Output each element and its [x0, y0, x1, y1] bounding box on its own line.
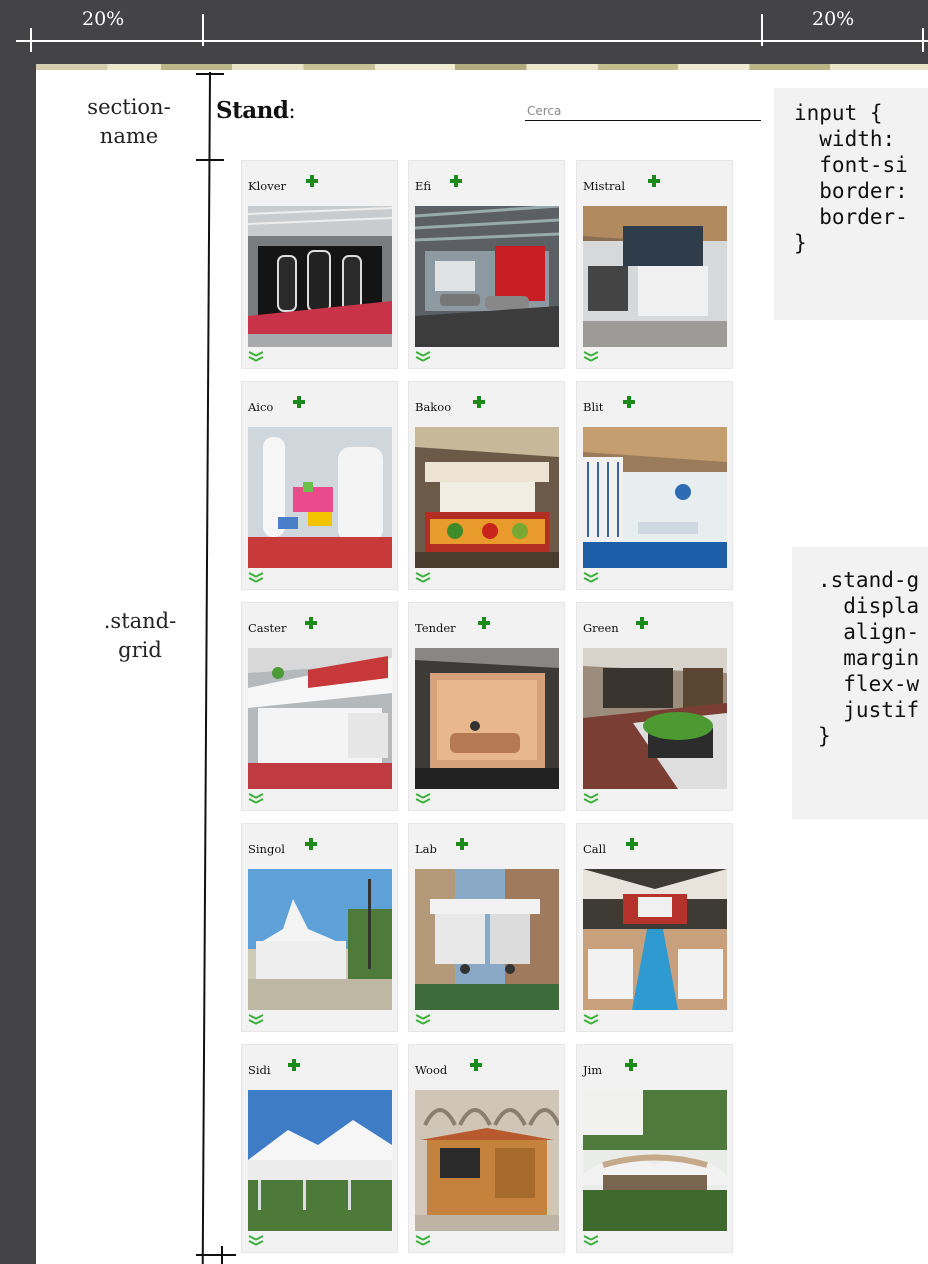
stand-name: Mistral: [583, 179, 626, 193]
plus-icon[interactable]: [292, 395, 306, 409]
double-chevron-down-icon[interactable]: [416, 1235, 430, 1247]
stand-grid-label: .stand- grid: [103, 609, 177, 662]
stand-photo: [415, 427, 559, 568]
stand-photo: [583, 1090, 727, 1231]
stand-card[interactable]: Mistral: [576, 160, 733, 369]
plus-icon[interactable]: [305, 174, 319, 188]
code-block-input: input { width: font-si border: border- }: [774, 88, 928, 320]
double-chevron-down-icon[interactable]: [584, 1014, 598, 1026]
plus-icon[interactable]: [287, 1058, 301, 1072]
stand-name: Caster: [248, 621, 287, 635]
double-chevron-down-icon[interactable]: [416, 1014, 430, 1026]
double-chevron-down-icon[interactable]: [584, 793, 598, 805]
stand-name: Green: [583, 621, 619, 635]
double-chevron-down-icon[interactable]: [249, 1235, 263, 1247]
measure-tick: [196, 159, 224, 161]
stand-card[interactable]: Efi: [408, 160, 565, 369]
stand-photo: [583, 206, 727, 347]
stand-card[interactable]: Caster: [241, 602, 398, 811]
stand-photo: [583, 869, 727, 1010]
stand-name: Aico: [248, 400, 274, 414]
stand-photo: [248, 1090, 392, 1231]
ruler-tick: [202, 14, 204, 46]
stand-card[interactable]: Blit: [576, 381, 733, 590]
stand-name: Sidi: [248, 1063, 271, 1077]
plus-icon[interactable]: [622, 395, 636, 409]
stand-photo: [248, 869, 392, 1010]
plus-icon[interactable]: [449, 174, 463, 188]
section-title-separator: :: [288, 99, 296, 123]
double-chevron-down-icon[interactable]: [249, 351, 263, 363]
ruler-tick: [922, 28, 924, 52]
double-chevron-down-icon[interactable]: [249, 793, 263, 805]
stand-photo: [248, 206, 392, 347]
measure-tick: [221, 1246, 223, 1264]
stand-name: Wood: [415, 1063, 448, 1077]
stand-card[interactable]: Green: [576, 602, 733, 811]
stand-card[interactable]: Lab: [408, 823, 565, 1032]
stand-name: Lab: [415, 842, 437, 856]
section-name-label: section- name: [87, 95, 171, 148]
stand-name: Call: [583, 842, 607, 856]
stand-card[interactable]: Call: [576, 823, 733, 1032]
stand-name: Singol: [248, 842, 285, 856]
stand-card[interactable]: Bakoo: [408, 381, 565, 590]
stand-photo: [415, 1090, 559, 1231]
header-image-strip: [36, 64, 928, 70]
plus-icon[interactable]: [477, 616, 491, 630]
plus-icon[interactable]: [304, 616, 318, 630]
double-chevron-down-icon[interactable]: [584, 1235, 598, 1247]
stand-photo: [583, 427, 727, 568]
double-chevron-down-icon[interactable]: [249, 572, 263, 584]
plus-icon[interactable]: [647, 174, 661, 188]
double-chevron-down-icon[interactable]: [416, 572, 430, 584]
stand-name: Efi: [415, 179, 432, 193]
stand-photo: [583, 648, 727, 789]
double-chevron-down-icon[interactable]: [416, 793, 430, 805]
stand-photo: [415, 869, 559, 1010]
ruler-tick: [30, 28, 32, 52]
plus-icon[interactable]: [635, 616, 649, 630]
stand-card[interactable]: Sidi: [241, 1044, 398, 1253]
stand-card[interactable]: Wood: [408, 1044, 565, 1253]
stand-card[interactable]: Jim: [576, 1044, 733, 1253]
plus-icon[interactable]: [304, 837, 318, 851]
stand-card[interactable]: Aico: [241, 381, 398, 590]
double-chevron-down-icon[interactable]: [249, 1014, 263, 1026]
ruler-left-label: 20%: [82, 8, 125, 30]
search-field[interactable]: [525, 100, 761, 121]
stand-photo: [415, 206, 559, 347]
plus-icon[interactable]: [469, 1058, 483, 1072]
ruler-line: [16, 40, 928, 42]
double-chevron-down-icon[interactable]: [416, 351, 430, 363]
stand-photo: [248, 427, 392, 568]
stand-name: Jim: [583, 1063, 603, 1077]
stand-name: Bakoo: [415, 400, 452, 414]
plus-icon[interactable]: [625, 837, 639, 851]
plus-icon[interactable]: [472, 395, 486, 409]
stand-photo: [248, 648, 392, 789]
ruler-right-label: 20%: [812, 8, 855, 30]
stand-name: Klover: [248, 179, 286, 193]
double-chevron-down-icon[interactable]: [584, 572, 598, 584]
plus-icon[interactable]: [455, 837, 469, 851]
code-block-stand-grid: .stand-g displa align- margin flex-w jus…: [792, 547, 928, 819]
stand-photo: [415, 648, 559, 789]
measure-tick: [196, 1254, 236, 1256]
stand-name: Blit: [583, 400, 604, 414]
search-input[interactable]: [525, 102, 757, 120]
stand-name: Tender: [415, 621, 456, 635]
measure-tick: [196, 73, 224, 75]
stand-card[interactable]: Tender: [408, 602, 565, 811]
stand-card[interactable]: Klover: [241, 160, 398, 369]
stand-card[interactable]: Singol: [241, 823, 398, 1032]
section-title: Stand:: [216, 97, 296, 124]
section-title-text: Stand: [216, 97, 289, 124]
plus-icon[interactable]: [624, 1058, 638, 1072]
ruler-tick: [761, 14, 763, 46]
double-chevron-down-icon[interactable]: [584, 351, 598, 363]
